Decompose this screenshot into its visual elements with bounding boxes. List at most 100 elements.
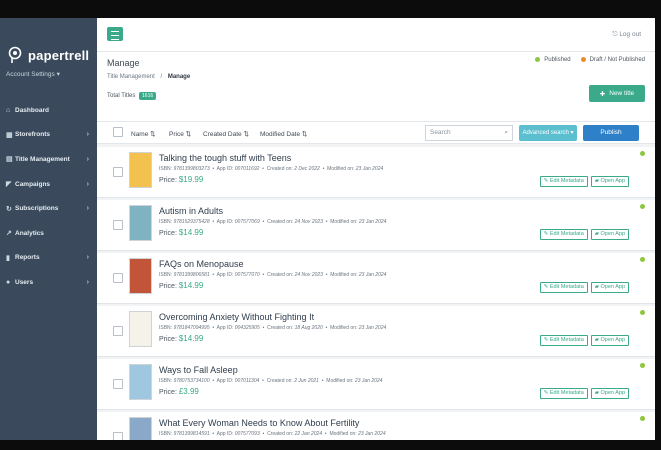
- title-name[interactable]: Talking the tough stuff with Teens: [159, 153, 291, 163]
- search-icon: ⌕: [504, 129, 508, 136]
- row-checkbox[interactable]: [113, 273, 123, 283]
- edit-metadata-button[interactable]: ✎ Edit Metadata: [539, 388, 588, 399]
- open-app-button[interactable]: ▰ Open App: [590, 388, 629, 399]
- title-name[interactable]: Autism in Adults: [159, 206, 223, 216]
- menu-toggle-button[interactable]: [107, 27, 123, 41]
- book-cover-image[interactable]: [129, 311, 152, 347]
- modified-label: Modified on:: [330, 272, 358, 278]
- row-checkbox[interactable]: [113, 326, 123, 336]
- book-cover-image[interactable]: [129, 364, 152, 400]
- breadcrumb-title-management[interactable]: Title Management: [107, 74, 155, 80]
- book-icon: ▤: [6, 156, 13, 164]
- sidebar-item-label: Reports: [15, 254, 40, 262]
- sidebar-item-campaigns[interactable]: ◤ Campaigns ›: [0, 172, 97, 197]
- sidebar-item-label: Dashboard: [15, 106, 49, 114]
- modified-value: 23 Jan 2024: [358, 431, 386, 437]
- published-dot-icon: [535, 57, 541, 62]
- edit-metadata-button[interactable]: ✎ Edit Metadata: [539, 176, 588, 187]
- open-app-button[interactable]: ▰ Open App: [590, 176, 629, 187]
- sidebar-item-title-management[interactable]: ▤ Title Management ›: [0, 147, 97, 172]
- price-label: Price:: [159, 283, 177, 290]
- isbn-label: ISBN:: [159, 166, 173, 172]
- published-status-dot: [640, 257, 645, 262]
- title-name[interactable]: Ways to Fall Asleep: [159, 365, 238, 375]
- modified-value: 23 Jan 2024: [355, 166, 384, 172]
- edit-metadata-button[interactable]: ✎ Edit Metadata: [539, 282, 588, 293]
- price-label: Price:: [159, 336, 177, 343]
- open-app-label: Open App: [600, 337, 625, 343]
- edit-icon: ✎: [543, 390, 549, 396]
- home-icon: ⌂: [6, 106, 11, 114]
- edit-icon: ✎: [543, 284, 549, 290]
- title-row: Ways to Fall Asleep ISBN: 9780753734100 •…: [97, 359, 655, 410]
- row-checkbox[interactable]: [113, 432, 123, 440]
- row-actions: ✎ Edit Metadata ▰ Open App: [539, 335, 629, 346]
- total-titles-label: Total Titles: [107, 93, 136, 99]
- edit-metadata-label: Edit Metadata: [549, 337, 584, 343]
- search-input[interactable]: Search ⌕: [425, 125, 513, 141]
- book-cover-image[interactable]: [129, 258, 152, 294]
- title-name[interactable]: FAQs on Menopause: [159, 259, 244, 269]
- total-titles-badge: 1616: [139, 92, 157, 100]
- folder-icon: ▰: [594, 178, 599, 184]
- chevron-right-icon: ›: [86, 131, 89, 139]
- modified-label: Modified on:: [330, 325, 358, 331]
- row-checkbox[interactable]: [113, 379, 123, 389]
- row-checkbox[interactable]: [113, 167, 123, 177]
- sort-created-date[interactable]: Created Date ⇅: [203, 130, 249, 138]
- isbn-value: 9781847094995: [173, 325, 210, 331]
- edit-metadata-button[interactable]: ✎ Edit Metadata: [539, 335, 588, 346]
- modified-label: Modified on:: [329, 431, 357, 437]
- brand-logo[interactable]: papertrell: [7, 46, 89, 64]
- title-row: Talking the tough stuff with Teens ISBN: …: [97, 147, 655, 198]
- account-settings-menu[interactable]: Account Settings ▾: [6, 70, 60, 78]
- published-status-dot: [640, 363, 645, 368]
- sidebar-item-reports[interactable]: ▮ Reports ›: [0, 246, 97, 271]
- sidebar-item-dashboard[interactable]: ⌂ Dashboard: [0, 98, 97, 123]
- logout-link[interactable]: ⎋ Log out: [612, 31, 641, 39]
- open-app-button[interactable]: ▰ Open App: [590, 229, 629, 240]
- new-title-button[interactable]: ✚ New title: [589, 85, 645, 102]
- edit-icon: ✎: [543, 337, 549, 343]
- sort-modified-date[interactable]: Modified Date ⇅: [260, 130, 307, 138]
- list-toolbar: Name ⇅ Price ⇅ Created Date ⇅ Modified D…: [97, 121, 655, 144]
- chevron-right-icon: ›: [86, 155, 89, 163]
- created-label: Created on:: [267, 431, 294, 437]
- select-all-checkbox[interactable]: [113, 127, 123, 137]
- created-label: Created on:: [266, 378, 293, 384]
- refresh-icon: ↻: [6, 205, 12, 213]
- modified-value: 23 Jan 2024: [358, 325, 387, 331]
- title-name[interactable]: What Every Woman Needs to Know About Fer…: [159, 418, 359, 428]
- publish-button[interactable]: Publish: [583, 125, 639, 141]
- sidebar-item-analytics[interactable]: ↗ Analytics: [0, 221, 97, 246]
- titles-list: Talking the tough stuff with Teens ISBN: …: [97, 145, 655, 440]
- book-cover-image[interactable]: [129, 417, 152, 440]
- folder-icon: ▰: [594, 284, 599, 290]
- sidebar-item-label: Users: [15, 278, 34, 286]
- title-name[interactable]: Overcoming Anxiety Without Fighting It: [159, 312, 314, 322]
- price-value: $14.99: [178, 334, 204, 343]
- sidebar-item-subscriptions[interactable]: ↻ Subscriptions ›: [0, 196, 97, 221]
- hamburger-line: [111, 35, 119, 36]
- open-app-button[interactable]: ▰ Open App: [590, 335, 629, 346]
- title-price: Price: £3.99: [159, 387, 199, 396]
- book-cover-image[interactable]: [129, 205, 152, 241]
- page-header: Manage Title Management / Manage Total T…: [97, 52, 655, 132]
- price-label: Price:: [159, 230, 177, 237]
- page-title: Manage: [107, 58, 140, 68]
- isbn-label: ISBN:: [159, 272, 173, 278]
- advanced-search-button[interactable]: Advanced search ▾: [519, 125, 577, 141]
- book-cover-image[interactable]: [129, 152, 152, 188]
- edit-metadata-button[interactable]: ✎ Edit Metadata: [539, 229, 588, 240]
- sidebar-item-storefronts[interactable]: ▦ Storefronts ›: [0, 123, 97, 148]
- price-label: Price:: [159, 177, 177, 184]
- sort-price[interactable]: Price ⇅: [169, 130, 191, 138]
- row-actions: ✎ Edit Metadata ▰ Open App: [539, 282, 629, 293]
- open-app-button[interactable]: ▰ Open App: [590, 282, 629, 293]
- sidebar-item-users[interactable]: ● Users ›: [0, 270, 97, 295]
- hamburger-line: [111, 39, 119, 40]
- plus-icon: ✚: [599, 90, 606, 98]
- sort-name[interactable]: Name ⇅: [131, 130, 156, 138]
- row-checkbox[interactable]: [113, 220, 123, 230]
- folder-icon: ▰: [594, 337, 599, 343]
